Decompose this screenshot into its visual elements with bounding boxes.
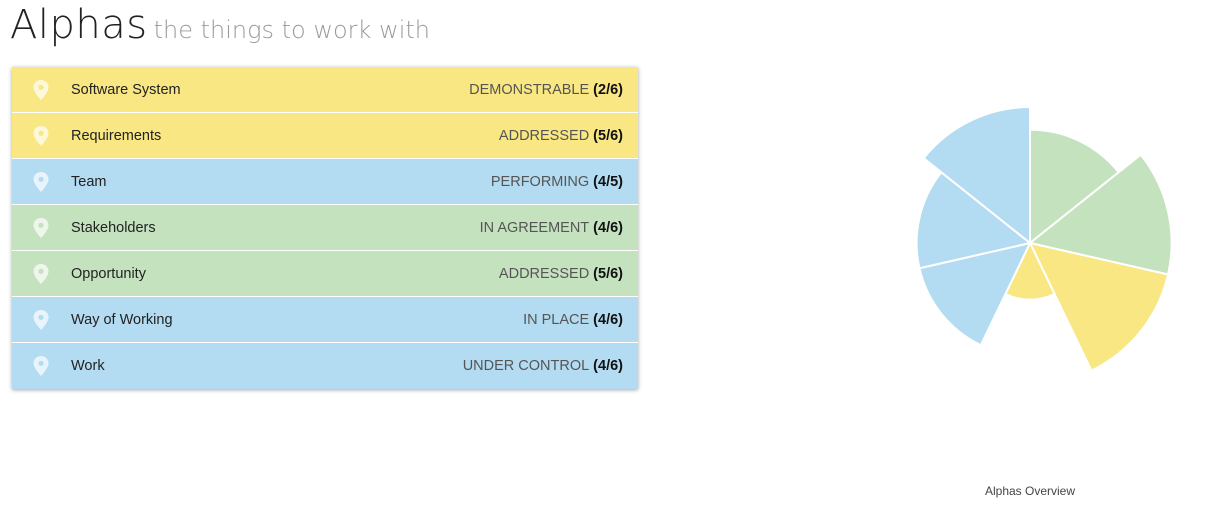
alpha-state: IN PLACE (4/6) [523,312,623,328]
alpha-row[interactable]: Software System DEMONSTRABLE (2/6) [12,67,638,113]
location-pin-icon [33,218,49,238]
alpha-state: DEMONSTRABLE (2/6) [469,82,623,98]
alpha-row[interactable]: Requirements ADDRESSED (5/6) [12,113,638,159]
alpha-list: Software System DEMONSTRABLE (2/6) Requirem… [12,67,638,389]
alpha-state: ADDRESSED (5/6) [499,266,623,282]
alpha-progress: (4/6) [593,219,623,236]
location-pin-icon [33,310,49,330]
alpha-row[interactable]: Stakeholders IN AGREEMENT (4/6) [12,205,638,251]
alpha-progress: (4/6) [593,311,623,328]
alpha-progress: (5/6) [593,127,623,144]
alpha-row[interactable]: Team PERFORMING (4/5) [12,159,638,205]
alpha-state-label: DEMONSTRABLE [469,81,590,98]
alpha-progress: (4/6) [593,358,623,374]
alpha-progress: (4/5) [593,173,623,190]
page-title: Alphas [10,2,148,48]
alpha-state-label: IN AGREEMENT [479,219,590,236]
alpha-name: Way of Working [71,311,173,328]
alphas-overview-chart [915,106,1173,372]
alpha-state-label: ADDRESSED [498,265,590,282]
alpha-progress: (2/6) [593,81,623,98]
page-subtitle: the things to work with [153,16,430,44]
alpha-name: Stakeholders [71,219,156,236]
alpha-state: IN AGREEMENT (4/6) [480,220,623,236]
alpha-state: PERFORMING (4/5) [491,174,623,190]
alpha-row[interactable]: Way of Working IN PLACE (4/6) [12,297,638,343]
page-header: Alphas the things to work with [10,2,430,48]
alpha-row[interactable]: Opportunity ADDRESSED (5/6) [12,251,638,297]
alpha-row[interactable]: Work UNDER CONTROL (4/6) [12,343,638,389]
location-pin-icon [33,356,49,376]
location-pin-icon [33,80,49,100]
location-pin-icon [33,264,49,284]
alpha-name: Opportunity [71,265,146,282]
alpha-state-label: ADDRESSED [498,127,590,144]
alpha-state: UNDER CONTROL (4/6) [463,358,623,374]
location-pin-icon [33,172,49,192]
location-pin-icon [33,126,49,146]
alpha-state-label: PERFORMING [490,173,590,190]
alpha-state-label: IN PLACE [523,311,590,328]
alpha-state-label: UNDER CONTROL [462,358,590,374]
alpha-progress: (5/6) [593,265,623,282]
alpha-name: Requirements [71,127,162,144]
alpha-state: ADDRESSED (5/6) [499,128,623,144]
alpha-name: Software System [71,81,181,98]
alpha-name: Team [71,173,107,190]
alpha-name: Work [71,358,105,374]
chart-caption: Alphas Overview [984,484,1076,498]
